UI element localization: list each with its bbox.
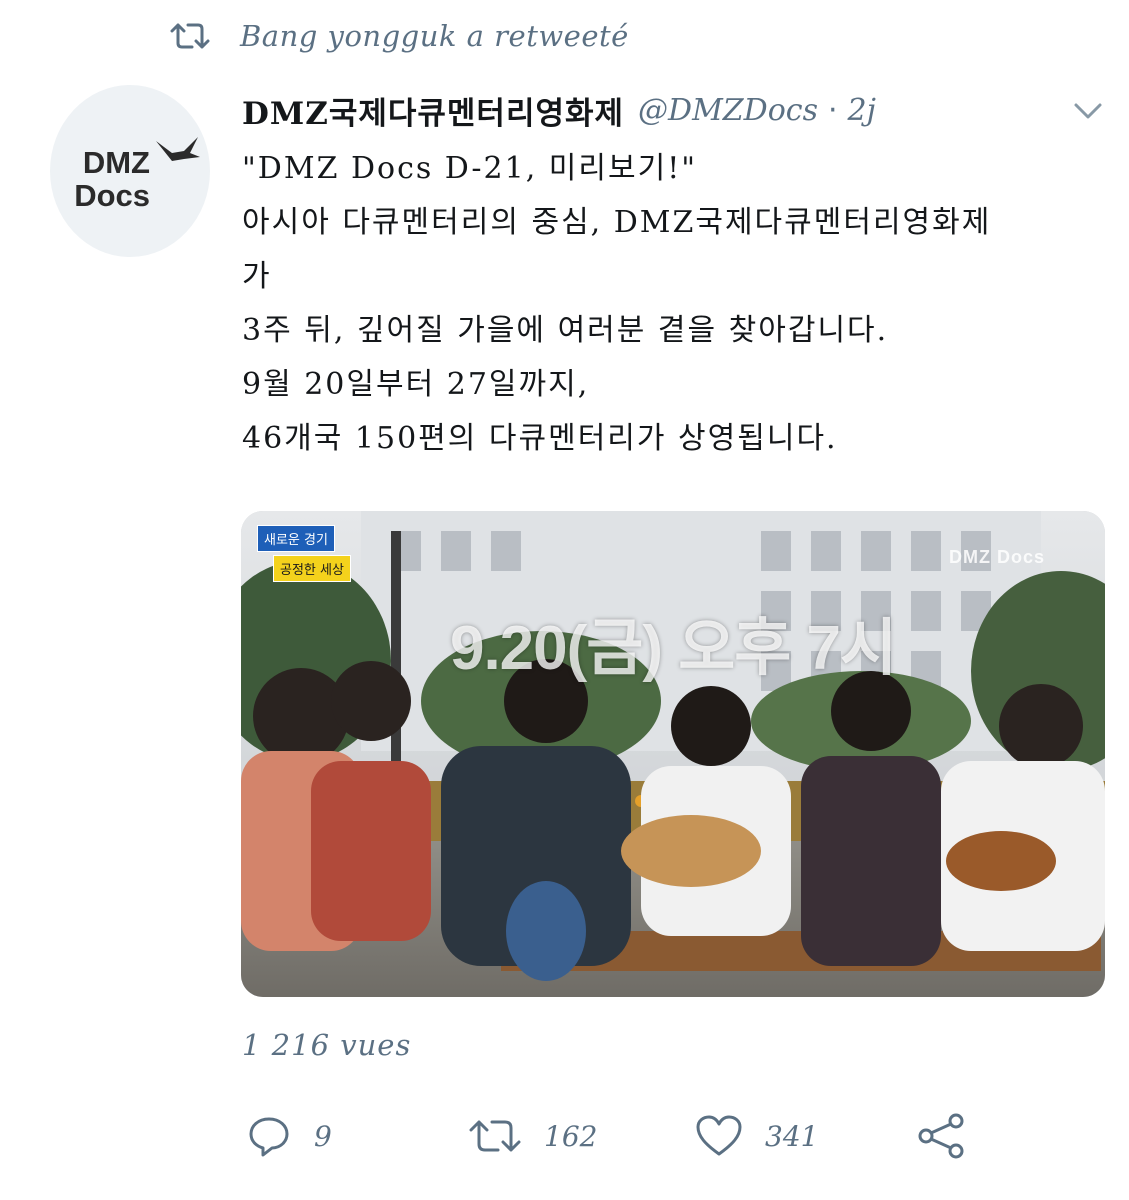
tweet-text: "DMZ Docs D-21, 미리보기!" 아시아 다큐멘터리의 중심, DM… xyxy=(242,142,1072,466)
display-name[interactable]: DMZ국제다큐멘터리영화제 xyxy=(242,88,624,133)
tweet-line: "DMZ Docs D-21, 미리보기!" xyxy=(242,151,698,186)
avatar[interactable]: DMZ Docs xyxy=(50,85,210,257)
tweet-timestamp[interactable]: 2j xyxy=(848,93,876,128)
view-count: 1 216 vues xyxy=(242,1028,412,1062)
reply-count: 9 xyxy=(314,1119,332,1153)
reply-icon xyxy=(249,1117,289,1157)
logo-text-line1: DMZ xyxy=(82,145,150,180)
retweet-count: 162 xyxy=(544,1119,598,1153)
share-icon xyxy=(918,1113,964,1159)
tweet-line: 아시아 다큐멘터리의 중심, DMZ국제다큐멘터리영화제 xyxy=(242,205,992,240)
heart-icon xyxy=(696,1115,742,1156)
broadcast-badge-top: 새로운 경기 xyxy=(257,525,335,552)
tweet-line: 9월 20일부터 27일까지, xyxy=(242,367,590,402)
reply-button[interactable]: 9 xyxy=(246,1110,332,1162)
chevron-down-icon xyxy=(1074,103,1102,119)
like-count: 341 xyxy=(765,1119,819,1153)
tweet-line: 46개국 150편의 다큐멘터리가 상영됩니다. xyxy=(242,421,838,456)
like-button[interactable]: 341 xyxy=(695,1110,818,1162)
share-button[interactable] xyxy=(916,1110,966,1162)
retweet-banner[interactable]: Bang yongguk a retweeté xyxy=(170,14,629,58)
retweet-banner-text: Bang yongguk a retweeté xyxy=(240,19,629,53)
broadcast-badge-bottom: 공정한 세상 xyxy=(273,555,351,582)
more-options-button[interactable] xyxy=(1068,96,1108,126)
video-watermark: DMZ Docs xyxy=(949,547,1046,567)
video-thumbnail xyxy=(241,511,1105,997)
retweet-button[interactable]: 162 xyxy=(468,1110,597,1162)
tweet-action-bar: 9 162 341 xyxy=(240,1110,1000,1162)
bird-icon xyxy=(154,135,202,173)
user-handle[interactable]: @DMZDocs xyxy=(638,93,818,128)
header-separator: · xyxy=(827,92,838,128)
retweet-icon xyxy=(469,1120,521,1152)
video-media[interactable]: 새로운 경기 공정한 세상 DMZ Docs 9.20(금) 오후 7시 xyxy=(241,511,1105,997)
logo-text-line2: Docs xyxy=(74,178,150,213)
video-overlay-date: 9.20(금) 오후 7시 xyxy=(449,614,897,683)
retweet-icon xyxy=(170,18,214,54)
tweet-header: DMZ국제다큐멘터리영화제 @DMZDocs · 2j xyxy=(242,86,876,134)
tweet-line: 3주 뒤, 깊어질 가을에 여러분 곁을 찾아갑니다. xyxy=(242,313,889,348)
dmz-docs-logo: DMZ Docs xyxy=(50,85,210,257)
tweet-line: 가 xyxy=(242,259,272,294)
